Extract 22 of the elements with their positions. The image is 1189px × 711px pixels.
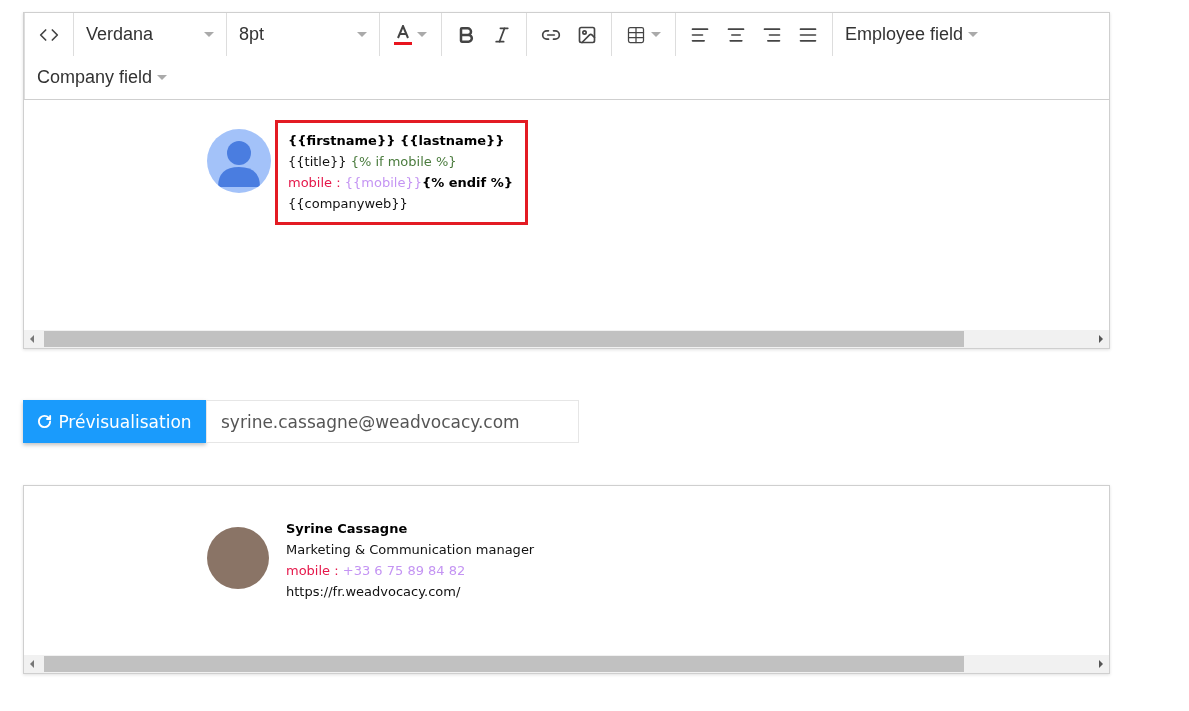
text: https://fr.weadvocacy.com/ xyxy=(286,583,461,601)
horizontal-scrollbar[interactable] xyxy=(24,655,1109,673)
field-dropdown[interactable]: Employee field xyxy=(839,19,985,50)
letter-icon xyxy=(396,25,410,39)
mobile-label: mobile : xyxy=(288,174,342,192)
horizontal-scrollbar[interactable] xyxy=(24,330,1109,348)
refresh-icon xyxy=(37,414,53,429)
text: Marketing & Communication manager xyxy=(286,541,535,559)
condition-tag: {% if mobile %} xyxy=(346,153,457,171)
mobile-value: {{mobile}} xyxy=(344,174,422,192)
bold-text: Syrine Cassagne xyxy=(286,520,408,538)
text: {{companyweb}} xyxy=(288,195,408,213)
mobile-value: +33 6 75 89 84 82 xyxy=(342,562,466,580)
mobile-label: mobile : xyxy=(286,562,340,580)
email-field[interactable]: syrine.cassagne@weadvocacy.com xyxy=(206,400,579,443)
field-dropdown[interactable]: Company field xyxy=(31,62,174,93)
text: {{title}} xyxy=(288,153,347,171)
table-icon xyxy=(626,24,646,45)
bold-text: {% endif %} xyxy=(421,174,514,192)
bold-text: {{firstname}} {{lastname}} xyxy=(288,132,505,150)
size-dropdown[interactable]: 8pt xyxy=(233,19,373,50)
font-dropdown[interactable]: Verdana xyxy=(80,19,220,50)
